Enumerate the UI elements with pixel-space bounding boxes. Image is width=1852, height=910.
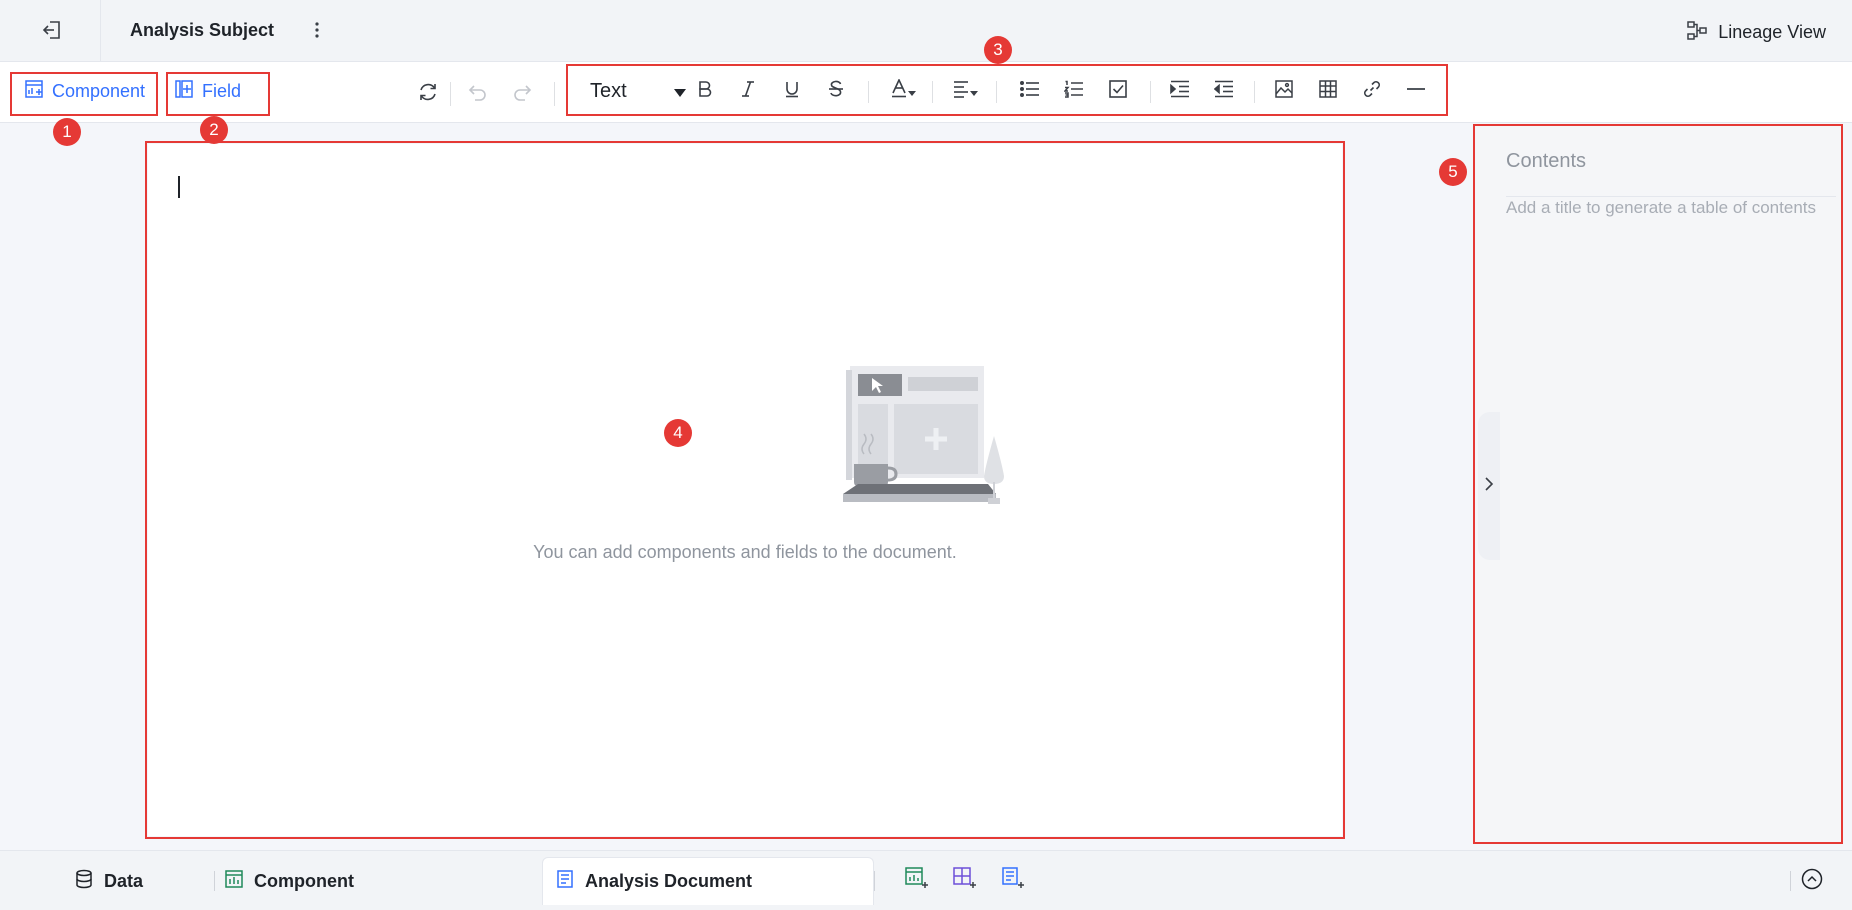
tab-analysis-document[interactable]: Analysis Document bbox=[542, 857, 874, 905]
annotation-box-3 bbox=[566, 64, 1448, 116]
add-dashboard-tab-button[interactable] bbox=[948, 863, 982, 897]
tab-component[interactable]: Component bbox=[224, 857, 354, 905]
annotation-badge-4: 4 bbox=[664, 419, 692, 447]
tab-separator bbox=[214, 871, 215, 891]
tab-document-label: Analysis Document bbox=[585, 871, 753, 891]
annotation-box-1 bbox=[10, 72, 158, 116]
lineage-label: Lineage View bbox=[1718, 21, 1826, 42]
more-options-button[interactable] bbox=[305, 18, 329, 46]
exit-icon bbox=[41, 19, 63, 46]
top-divider bbox=[100, 0, 101, 62]
top-bar: Analysis Subject Lineage View bbox=[0, 0, 1852, 62]
lineage-view-button[interactable]: Lineage View bbox=[1686, 16, 1826, 48]
chart-icon bbox=[224, 869, 244, 894]
tab-component-label: Component bbox=[254, 870, 354, 891]
chevron-up-circle-icon bbox=[1801, 868, 1823, 895]
database-icon bbox=[74, 869, 94, 894]
add-document-tab-button[interactable] bbox=[996, 863, 1030, 897]
tab-data-label: Data bbox=[104, 870, 144, 891]
annotation-badge-5: 5 bbox=[1439, 158, 1467, 186]
more-vertical-icon bbox=[314, 21, 320, 44]
annotation-box-4 bbox=[145, 141, 1345, 839]
undo-icon bbox=[467, 81, 489, 108]
exit-button[interactable] bbox=[24, 12, 80, 52]
add-dashboard-icon bbox=[953, 866, 977, 894]
toolbar-separator bbox=[554, 82, 555, 106]
tab-separator bbox=[874, 871, 875, 891]
refresh-button[interactable] bbox=[412, 78, 444, 110]
expand-panel-button[interactable] bbox=[1796, 865, 1828, 897]
page-title: Analysis Subject bbox=[130, 20, 275, 40]
bottom-tab-bar: Data Component Analysis Document bbox=[0, 850, 1852, 910]
refresh-icon bbox=[417, 81, 439, 108]
annotation-badge-2: 2 bbox=[200, 116, 228, 144]
add-chart-icon bbox=[905, 866, 929, 894]
lineage-icon bbox=[1686, 19, 1708, 46]
redo-icon bbox=[511, 81, 533, 108]
annotation-box-5 bbox=[1473, 124, 1843, 844]
annotation-badge-1: 1 bbox=[53, 118, 81, 146]
redo-button[interactable] bbox=[506, 78, 538, 110]
tab-data[interactable]: Data bbox=[74, 857, 143, 905]
annotation-badge-3: 3 bbox=[984, 36, 1012, 64]
toolbar-separator bbox=[450, 82, 451, 106]
add-component-tab-button[interactable] bbox=[900, 863, 934, 897]
annotation-box-2 bbox=[166, 72, 270, 116]
undo-button[interactable] bbox=[462, 78, 494, 110]
tab-separator bbox=[1790, 871, 1791, 891]
document-icon bbox=[555, 869, 575, 894]
add-document-icon bbox=[1001, 866, 1025, 894]
